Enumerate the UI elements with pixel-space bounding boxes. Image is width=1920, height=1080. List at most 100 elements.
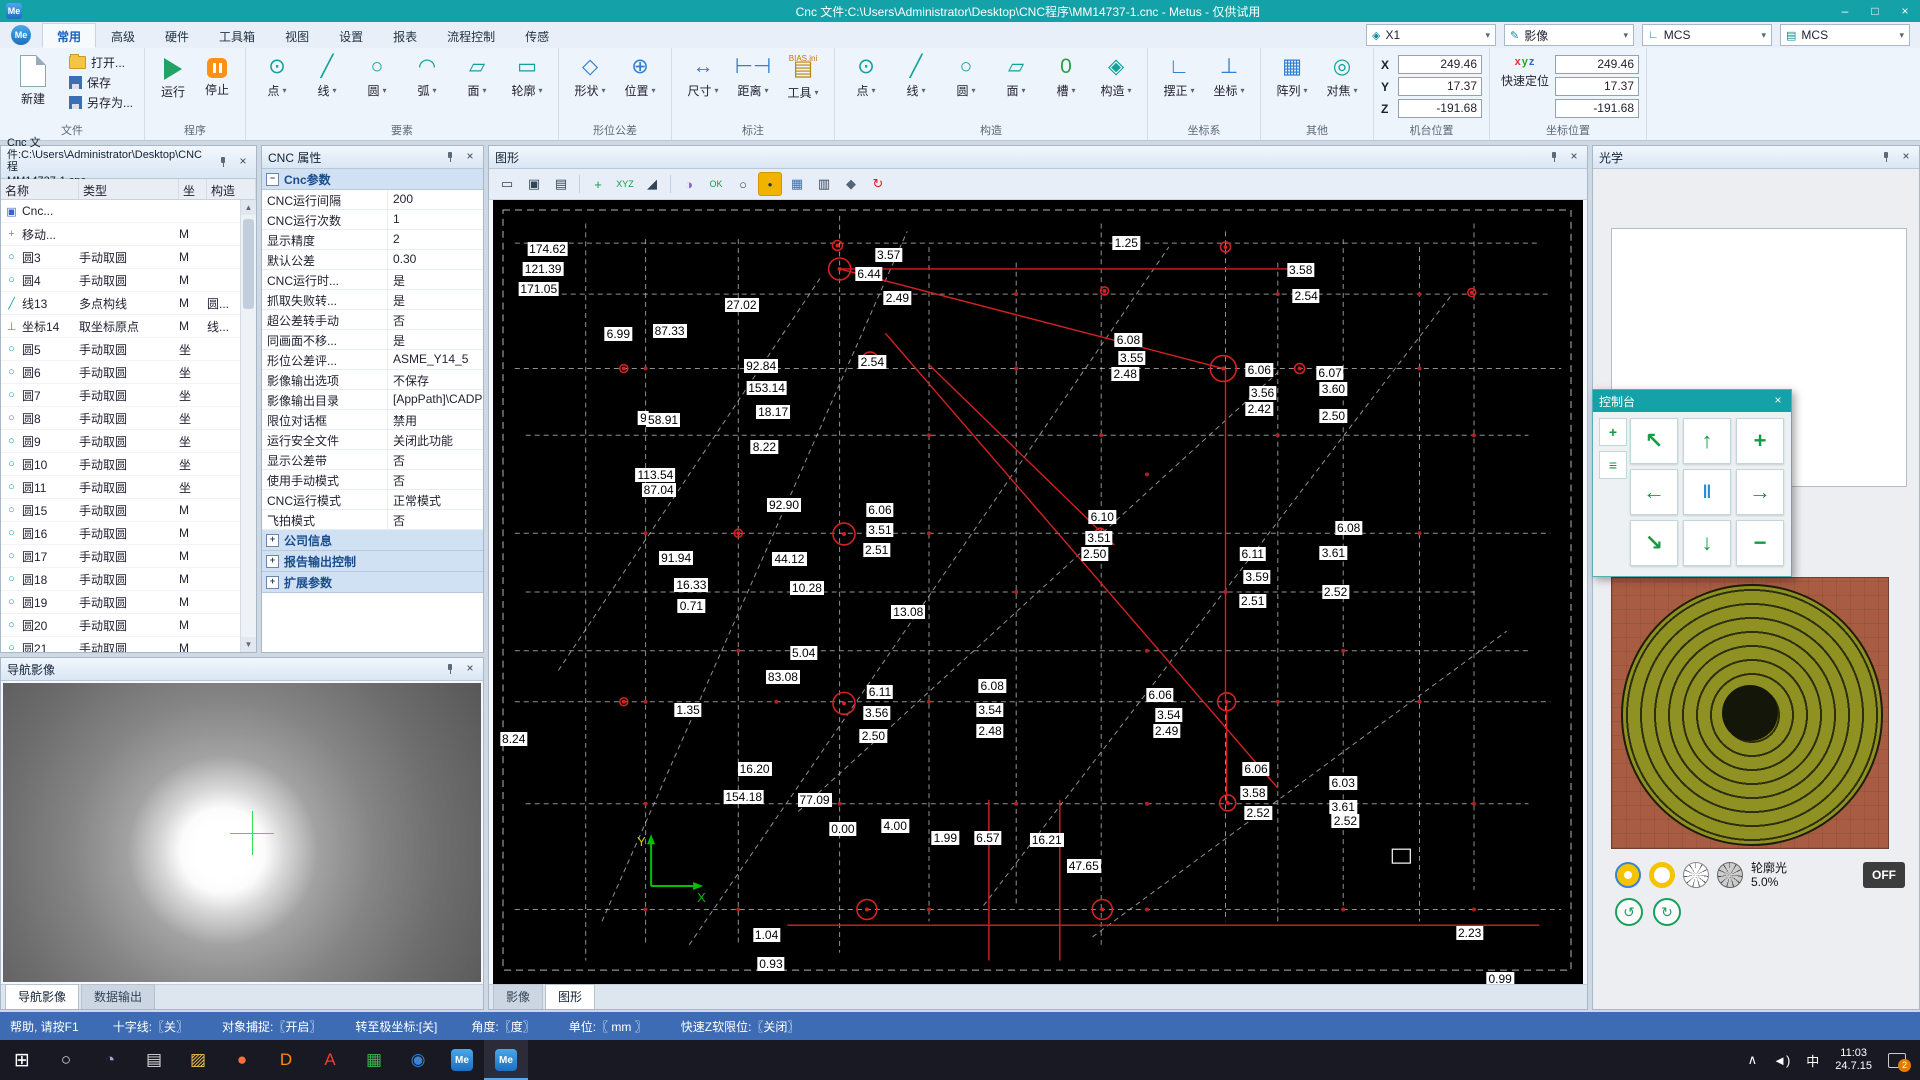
ribbon-tab-传感[interactable]: 传感 <box>510 23 564 48</box>
rotate-ccw-button[interactable]: ↺ <box>1615 898 1643 926</box>
machine-z-value[interactable]: -191.68 <box>1398 99 1482 118</box>
prop-value[interactable]: 1 <box>388 210 483 229</box>
jog-mode-icon[interactable]: + <box>1599 418 1627 446</box>
prop-value[interactable]: 0.30 <box>388 250 483 269</box>
prop-value[interactable]: 关闭此功能 <box>388 430 483 449</box>
app-d-icon[interactable]: D <box>264 1040 308 1080</box>
prop-value[interactable]: 2 <box>388 230 483 249</box>
clock[interactable]: 11:03 24.7.15 <box>1827 1047 1880 1073</box>
tree-row-圆5[interactable]: ○圆5手动取圆坐 <box>1 338 240 361</box>
ribbon-button-形位公差-位置[interactable]: ⊕位置▾ <box>616 51 664 100</box>
ok-confirm-icon[interactable]: OK <box>704 172 728 196</box>
ribbon-button-其他-对焦[interactable]: ◎对焦▾ <box>1318 51 1366 100</box>
ribbon-button-标注-工具[interactable]: BIAS.ini▤工具▾ <box>779 51 827 102</box>
coord-z-value[interactable]: -191.68 <box>1555 99 1639 118</box>
prop-group-扩展参数[interactable]: +扩展参数 <box>262 572 483 593</box>
view-dropdown-1[interactable]: ✎影像▾ <box>1504 24 1634 46</box>
rotate-cw-button[interactable]: ↻ <box>1653 898 1681 926</box>
close-panel-icon[interactable]: × <box>463 662 477 676</box>
col-construct[interactable]: 构造 <box>207 179 256 199</box>
tree-row-圆19[interactable]: ○圆19手动取圆M <box>1 591 240 614</box>
ribbon-button-要素-面[interactable]: ▱面▾ <box>453 51 501 100</box>
assistant-icon[interactable]: ◔ <box>88 1040 132 1080</box>
tree-row-圆18[interactable]: ○圆18手动取圆M <box>1 568 240 591</box>
ribbon-button-要素-轮廓[interactable]: ▭轮廓▾ <box>503 51 551 100</box>
prop-value[interactable]: 200 <box>388 190 483 209</box>
prop-value[interactable]: 是 <box>388 330 483 349</box>
camera-live-image[interactable] <box>3 683 481 982</box>
origin-cross-icon[interactable]: + <box>586 172 610 196</box>
tree-row-圆4[interactable]: ○圆4手动取圆M <box>1 269 240 292</box>
volume-icon[interactable]: ◄) <box>1765 1040 1798 1080</box>
ribbon-tab-工具箱[interactable]: 工具箱 <box>204 23 270 48</box>
tree-row-圆11[interactable]: ○圆11手动取圆坐 <box>1 476 240 499</box>
minimize-button[interactable]: – <box>1830 0 1860 22</box>
prop-group-cnc[interactable]: −Cnc参数 <box>262 169 483 190</box>
ribbon-button-构造-面[interactable]: ▱面▾ <box>992 51 1040 100</box>
console-close-icon[interactable]: × <box>1771 394 1785 408</box>
ribbon-tab-设置[interactable]: 设置 <box>324 23 378 48</box>
ribbon-tab-流程控制[interactable]: 流程控制 <box>432 23 510 48</box>
lock-icon[interactable]: • <box>758 172 782 196</box>
prop-value[interactable]: 否 <box>388 470 483 489</box>
save-button[interactable]: 保存 <box>65 74 137 91</box>
ribbon-button-构造-点[interactable]: ⊙点▾ <box>842 51 890 100</box>
tab-图形[interactable]: 图形 <box>545 984 595 1009</box>
close-button[interactable]: × <box>1890 0 1920 22</box>
app-menu-button[interactable]: Me <box>4 23 38 47</box>
tree-row-圆17[interactable]: ○圆17手动取圆M <box>1 545 240 568</box>
scroll-down-icon[interactable]: ▼ <box>241 637 256 652</box>
tab-影像[interactable]: 影像 <box>493 984 543 1009</box>
collapse-icon[interactable]: − <box>266 173 279 186</box>
jog-left-button[interactable]: ← <box>1630 469 1678 515</box>
new-file-button[interactable]: 新建 <box>7 51 59 107</box>
ribbon-button-要素-圆[interactable]: ○圆▾ <box>353 51 401 100</box>
jog-minus-button[interactable]: − <box>1736 520 1784 566</box>
tree-row-移动...[interactable]: +移动...M <box>1 223 240 246</box>
ribbon-button-坐标系-坐标[interactable]: ⊥坐标▾ <box>1205 51 1253 100</box>
axis-list-icon[interactable]: ≡ <box>1599 451 1627 479</box>
firefox-icon[interactable]: ● <box>220 1040 264 1080</box>
ribbon-button-构造-槽[interactable]: 0槽▾ <box>1042 51 1090 100</box>
save-as-button[interactable]: 另存为... <box>65 94 137 111</box>
console-title-bar[interactable]: 控制台 × <box>1593 390 1791 412</box>
quick-position-button[interactable]: xyz 快速定位 <box>1497 51 1553 89</box>
expand-icon[interactable]: + <box>266 576 279 589</box>
save-view-icon[interactable]: ▦ <box>785 172 809 196</box>
input-method-indicator[interactable]: 中 <box>1798 1040 1827 1080</box>
prop-group-公司信息[interactable]: +公司信息 <box>262 530 483 551</box>
coord-x-value[interactable]: 249.46 <box>1555 55 1639 74</box>
close-panel-icon[interactable]: × <box>1899 150 1913 164</box>
zoom-fit-icon[interactable]: ▣ <box>522 172 546 196</box>
expand-icon[interactable]: + <box>266 555 279 568</box>
view-dropdown-2[interactable]: ∟MCS▾ <box>1642 24 1772 46</box>
tree-row-Cnc...[interactable]: ▣Cnc... <box>1 200 240 223</box>
tray-chevron-icon[interactable]: ∧ <box>1740 1040 1766 1080</box>
tree-row-圆21[interactable]: ○圆21手动取圆M <box>1 637 240 652</box>
tree-row-圆15[interactable]: ○圆15手动取圆M <box>1 499 240 522</box>
users-icon[interactable]: ◆ <box>839 172 863 196</box>
pin-icon[interactable] <box>1547 150 1561 164</box>
open-file-button[interactable]: 打开... <box>65 54 137 71</box>
prop-value[interactable]: 是 <box>388 290 483 309</box>
view-dropdown-0[interactable]: ◈X1▾ <box>1366 24 1496 46</box>
layers-icon[interactable]: ▥ <box>812 172 836 196</box>
graphics-canvas[interactable]: YX174.62121.39171.0527.026.9987.333.576.… <box>493 200 1583 984</box>
jog-right-button[interactable]: → <box>1736 469 1784 515</box>
browser-icon[interactable]: ◉ <box>396 1040 440 1080</box>
tree-row-圆7[interactable]: ○圆7手动取圆坐 <box>1 384 240 407</box>
tab-数据输出[interactable]: 数据输出 <box>81 984 155 1009</box>
tree-row-圆10[interactable]: ○圆10手动取圆坐 <box>1 453 240 476</box>
tree-row-圆3[interactable]: ○圆3手动取圆M <box>1 246 240 269</box>
ribbon-button-要素-弧[interactable]: ◠弧▾ <box>403 51 451 100</box>
prop-value[interactable]: 是 <box>388 270 483 289</box>
prop-value[interactable]: 否 <box>388 510 483 529</box>
prop-value[interactable]: 否 <box>388 450 483 469</box>
tree-row-圆16[interactable]: ○圆16手动取圆M <box>1 522 240 545</box>
machine-y-value[interactable]: 17.37 <box>1398 77 1482 96</box>
ribbon-tab-报表[interactable]: 报表 <box>378 23 432 48</box>
metus-icon[interactable]: Me <box>440 1040 484 1080</box>
jog-pause-button[interactable]: ‖ <box>1683 469 1731 515</box>
ribbon-button-构造-构造[interactable]: ◈构造▾ <box>1092 51 1140 100</box>
jog-up-button[interactable]: ↑ <box>1683 418 1731 464</box>
